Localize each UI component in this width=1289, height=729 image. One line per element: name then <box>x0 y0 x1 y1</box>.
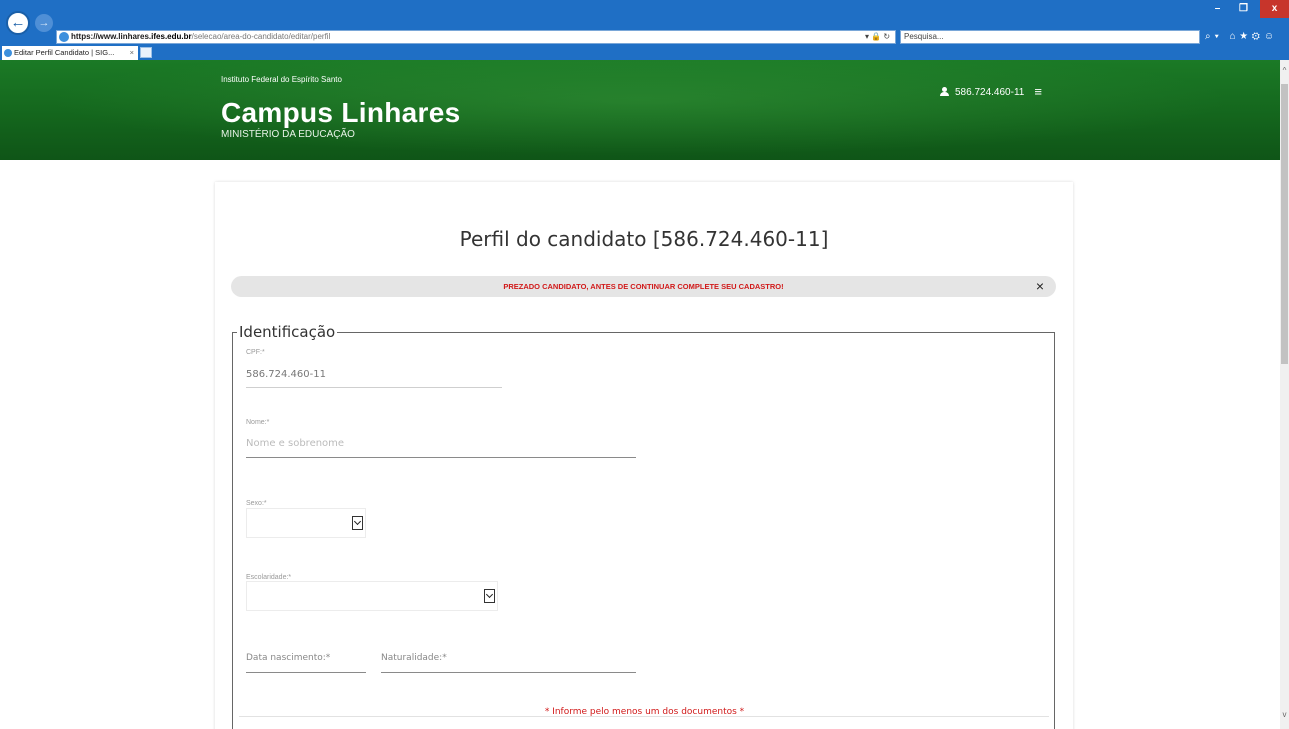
fieldset-legend: Identificação <box>237 323 338 341</box>
scroll-up-icon[interactable]: ^ <box>1280 66 1289 76</box>
nome-input[interactable]: Nome e sobrenome <box>246 438 344 449</box>
browser-toolbar: ← → https://www.linhares.ifes.edu.br/sel… <box>0 0 1289 44</box>
address-bar[interactable]: https://www.linhares.ifes.edu.br/selecao… <box>56 30 896 44</box>
documents-divider <box>239 716 1049 717</box>
scroll-down-icon[interactable]: v <box>1280 710 1289 720</box>
chevron-down-icon[interactable] <box>484 589 495 603</box>
new-tab-button[interactable] <box>140 47 152 58</box>
tab-close-icon[interactable]: × <box>130 46 134 60</box>
nome-label: Nome:* <box>246 419 270 426</box>
naturalidade-input[interactable] <box>381 672 636 673</box>
browser-search-input[interactable]: Pesquisa... <box>900 30 1200 44</box>
close-window-button[interactable]: x <box>1260 0 1289 18</box>
escolaridade-select[interactable] <box>246 581 498 611</box>
url-path: /selecao/area-do-candidato/editar/perfil <box>191 32 331 41</box>
naturalidade-label: Naturalidade:* <box>381 653 447 663</box>
tab-title: Editar Perfil Candidato | SIG... <box>14 48 115 57</box>
profile-card: Perfil do candidato [586.724.460-11] PRE… <box>215 182 1073 729</box>
tab-favicon-icon <box>4 49 12 57</box>
user-menu[interactable]: 586.724.460-11 ≡ <box>940 84 1042 99</box>
site-subtitle: MINISTÉRIO DA EDUCAÇÃO <box>221 129 355 140</box>
page-viewport: Instituto Federal do Espírito Santo Camp… <box>0 60 1280 729</box>
header-background <box>0 60 1280 160</box>
data-nascimento-input[interactable] <box>246 672 366 673</box>
minimize-button[interactable]: – <box>1206 0 1229 18</box>
url-domain: ifes.edu.br <box>151 32 192 41</box>
site-title[interactable]: Campus Linhares <box>221 97 460 129</box>
escolaridade-label: Escolaridade:* <box>246 574 292 581</box>
alert-text: PREZADO CANDIDATO, ANTES DE CONTINUAR CO… <box>503 282 784 291</box>
forward-button[interactable]: → <box>35 14 53 32</box>
close-icon[interactable]: × <box>1036 276 1044 297</box>
chevron-down-icon[interactable] <box>352 516 363 530</box>
hamburger-menu-icon[interactable]: ≡ <box>1034 84 1042 99</box>
page-title: Perfil do candidato [586.724.460-11] <box>459 227 829 251</box>
maximize-button[interactable]: ❐ <box>1232 0 1255 18</box>
sexo-select[interactable] <box>246 508 366 538</box>
page-scrollbar[interactable]: ^ v <box>1280 60 1289 729</box>
cpf-label: CPF:* <box>246 349 265 356</box>
site-header: Instituto Federal do Espírito Santo Camp… <box>0 60 1280 160</box>
back-button[interactable]: ← <box>6 11 30 35</box>
user-id[interactable]: 586.724.460-11 <box>955 87 1024 98</box>
scrollbar-thumb[interactable] <box>1281 84 1288 364</box>
cpf-field: 586.724.460-11 <box>246 369 326 380</box>
complete-profile-alert: PREZADO CANDIDATO, ANTES DE CONTINUAR CO… <box>231 276 1056 297</box>
browser-tools-icons[interactable]: ⌕▾ ⌂★⚙☺ <box>1205 30 1278 43</box>
nome-underline <box>246 457 636 458</box>
url-scheme: https://www.linhares. <box>71 32 152 41</box>
org-name: Instituto Federal do Espírito Santo <box>221 75 342 84</box>
identificacao-fieldset: Identificação CPF:* 586.724.460-11 Nome:… <box>232 323 1055 729</box>
sexo-label: Sexo:* <box>246 500 267 507</box>
data-nascimento-label: Data nascimento:* <box>246 653 331 663</box>
address-tools-icons[interactable]: ▾ 🔒 ↻ <box>865 30 890 43</box>
cpf-underline <box>246 387 502 388</box>
site-icon <box>59 32 69 42</box>
user-icon <box>940 87 949 96</box>
tab-strip: Editar Perfil Candidato | SIG... × <box>0 44 1289 60</box>
tab-editar-perfil[interactable]: Editar Perfil Candidato | SIG... × <box>2 46 138 60</box>
